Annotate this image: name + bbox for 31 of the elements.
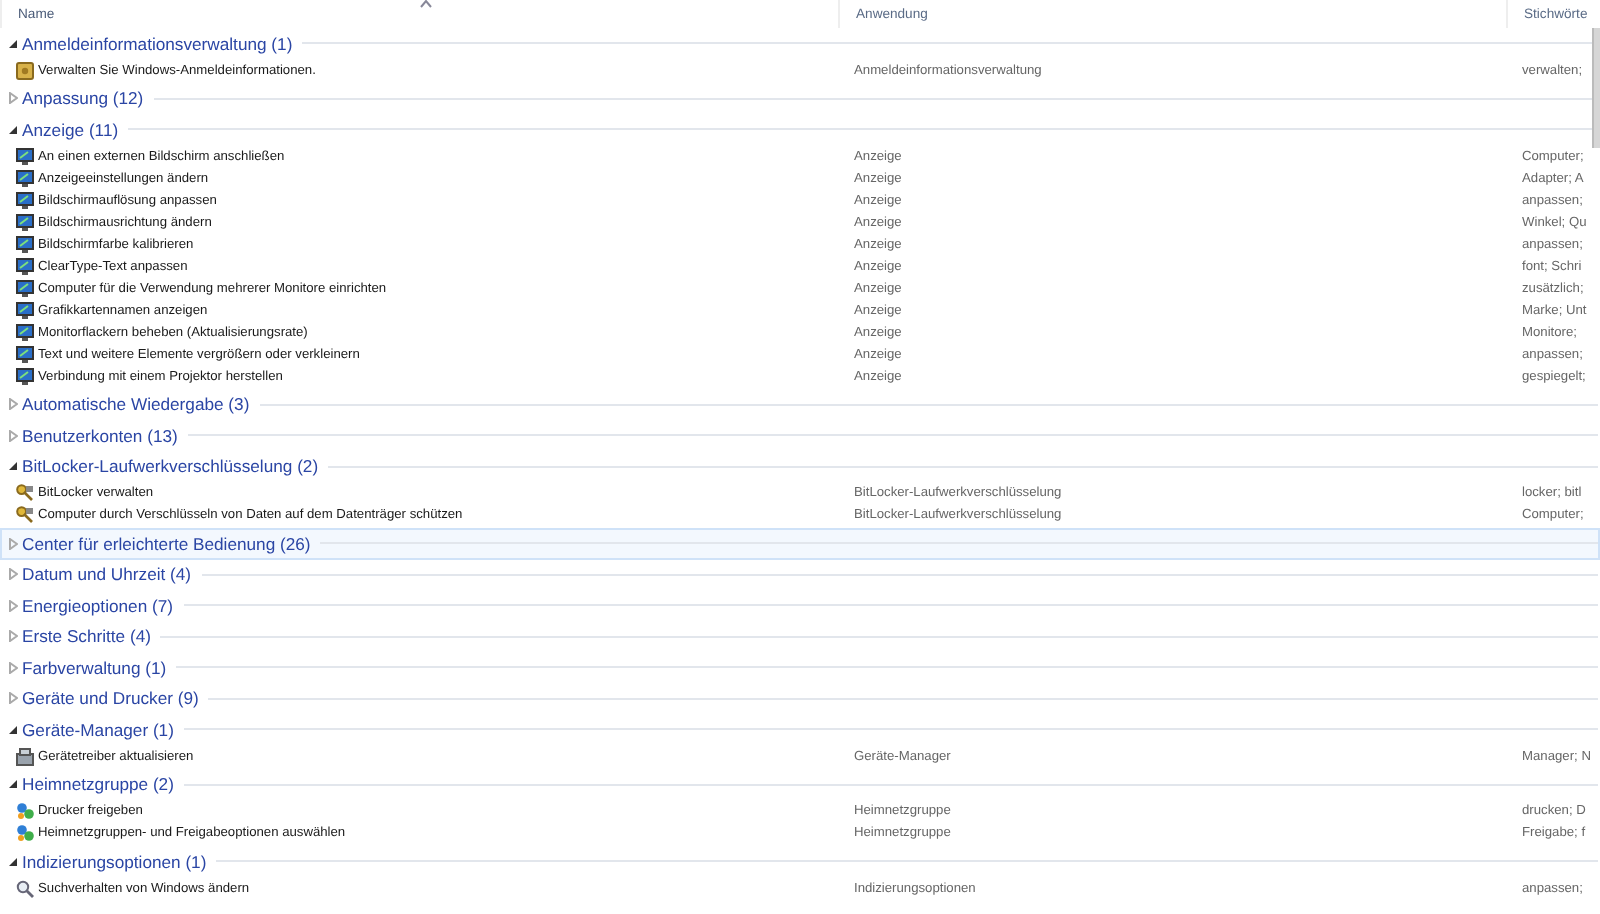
group-header[interactable]: Center für erleichterte Bedienung (26) xyxy=(0,528,1600,559)
expand-triangle-icon[interactable] xyxy=(8,661,18,674)
group-header[interactable]: Energieoptionen (7) xyxy=(0,590,1600,621)
expand-triangle-icon[interactable] xyxy=(8,429,18,442)
group-header[interactable]: Farbverwaltung (1) xyxy=(0,652,1600,683)
expand-triangle-icon[interactable] xyxy=(8,599,18,612)
group-header[interactable]: Geräte und Drucker (9) xyxy=(0,683,1600,714)
group-header[interactable]: BitLocker-Laufwerkverschlüsselung (2) xyxy=(0,451,1600,482)
expand-triangle-icon[interactable] xyxy=(8,537,18,550)
expand-triangle-icon[interactable] xyxy=(8,630,18,643)
collapse-triangle-icon[interactable] xyxy=(8,723,18,736)
group-header[interactable]: Erste Schritte (4) xyxy=(0,621,1600,652)
group-header[interactable]: Anmeldeinformationsverwaltung (1) xyxy=(0,28,1600,59)
group-header[interactable]: Indizierungsoptionen (1) xyxy=(0,846,1600,877)
scrollbar-thumb[interactable] xyxy=(1592,28,1600,148)
expand-triangle-icon[interactable] xyxy=(8,92,18,105)
group-header[interactable]: Heimnetzgruppe (2) xyxy=(0,769,1600,800)
collapse-triangle-icon[interactable] xyxy=(8,37,18,50)
collapse-triangle-icon[interactable] xyxy=(8,855,18,868)
group-header[interactable]: Anpassung (12) xyxy=(0,83,1600,114)
collapse-triangle-icon[interactable] xyxy=(8,123,18,136)
group-header[interactable]: Benutzerkonten (13) xyxy=(0,420,1600,451)
group-header[interactable]: Automatische Wiedergabe (3) xyxy=(0,389,1600,420)
group-header[interactable]: Geräte-Manager (1) xyxy=(0,714,1600,745)
collapse-triangle-icon[interactable] xyxy=(8,460,18,473)
collapse-triangle-icon[interactable] xyxy=(8,778,18,791)
expand-triangle-icon[interactable] xyxy=(8,692,18,705)
group-header[interactable]: Anzeige (11) xyxy=(0,114,1600,145)
expand-triangle-icon[interactable] xyxy=(8,398,18,411)
expand-triangle-icon[interactable] xyxy=(8,568,18,581)
group-header[interactable]: Datum und Uhrzeit (4) xyxy=(0,559,1600,590)
